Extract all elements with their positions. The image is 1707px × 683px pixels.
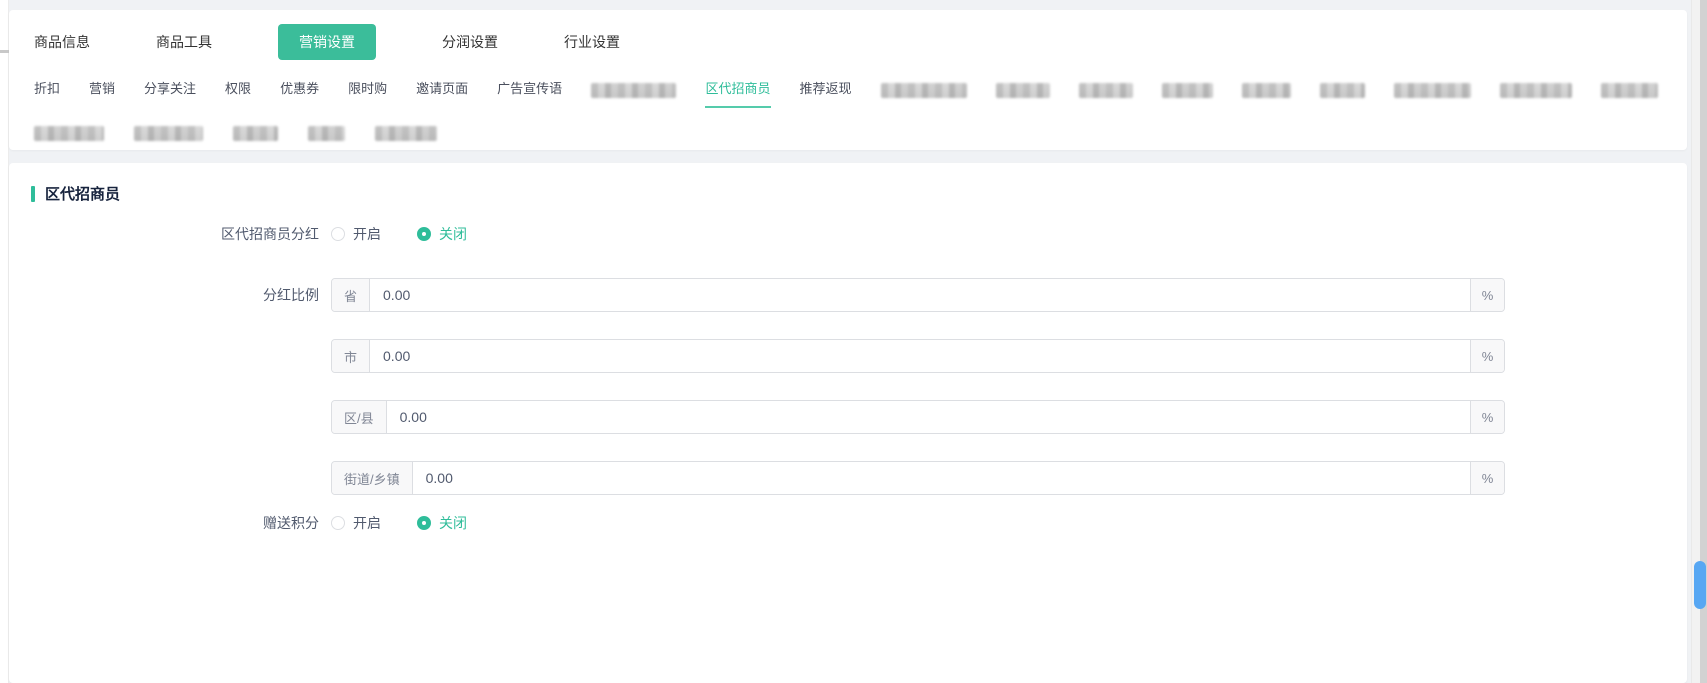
region-prefix-label: 区/县 <box>332 401 387 433</box>
ratio-value-input[interactable] <box>413 462 1470 494</box>
sub-tab[interactable]: 营销 <box>89 72 115 108</box>
radio-option[interactable]: 关闭 <box>417 513 467 533</box>
primary-tab-bar: 商品信息 商品工具 营销设置 分润设置 行业设置 <box>34 24 1687 60</box>
section-title: 区代招商员 <box>31 183 1687 204</box>
radio-circle-icon[interactable] <box>331 227 345 241</box>
radio-option-label: 关闭 <box>439 224 467 244</box>
settings-panel: 区代招商员 区代招商员分红 开启 关闭 分红比例 省 % 市 <box>9 163 1687 683</box>
ratio-input-list: 省 % 市 % 区/县 % 街道/乡镇 % <box>331 278 1505 495</box>
ratio-input-group: 市 % <box>331 339 1505 373</box>
section-accent-bar <box>31 186 35 202</box>
sub-tab[interactable] <box>881 83 967 98</box>
sub-tab[interactable]: 权限 <box>225 72 251 108</box>
ratio-input-group: 街道/乡镇 % <box>331 461 1505 495</box>
sub-tab[interactable] <box>1500 83 1573 98</box>
primary-tab[interactable]: 分润设置 <box>442 24 498 60</box>
ratio-value-input[interactable] <box>387 401 1470 433</box>
sub-tab[interactable]: 区代招商员 <box>705 72 770 108</box>
percent-suffix-label: % <box>1470 340 1504 372</box>
sub-tab[interactable] <box>1079 83 1133 98</box>
sub-tab[interactable] <box>1601 83 1658 98</box>
sub-tab[interactable] <box>1320 83 1365 98</box>
sub-tab[interactable] <box>1162 83 1213 98</box>
radio-option-label: 开启 <box>353 513 381 533</box>
sub-tab-redacted[interactable] <box>308 126 345 141</box>
sub-tab[interactable]: 限时购 <box>348 72 387 108</box>
sub-tab[interactable] <box>996 83 1050 98</box>
radio-circle-icon[interactable] <box>417 227 431 241</box>
sub-tab-redacted[interactable] <box>34 126 104 141</box>
ratio-input-group: 区/县 % <box>331 400 1505 434</box>
sub-tab[interactable] <box>1242 83 1291 98</box>
points-radio-group: 开启 关闭 <box>331 513 503 533</box>
region-prefix-label: 街道/乡镇 <box>332 462 413 494</box>
ratio-row: 分红比例 省 % 市 % 区/县 % 街道/乡镇 % <box>9 278 1687 495</box>
sub-tab[interactable] <box>591 83 676 98</box>
sidebar-divider <box>0 50 9 53</box>
percent-suffix-label: % <box>1470 401 1504 433</box>
radio-option[interactable]: 开启 <box>331 513 381 533</box>
dividend-radio-row: 区代招商员分红 开启 关闭 <box>9 224 1687 244</box>
sub-tab-bar: 折扣营销分享关注权限优惠券限时购邀请页面广告宣传语 区代招商员推荐返现 <box>34 72 1687 108</box>
points-label: 赠送积分 <box>9 513 331 533</box>
ratio-value-input[interactable] <box>370 340 1470 372</box>
sub-tab-bar-row2 <box>34 126 1687 141</box>
radio-circle-icon[interactable] <box>417 516 431 530</box>
radio-option-label: 开启 <box>353 224 381 244</box>
tabs-panel: 商品信息 商品工具 营销设置 分润设置 行业设置 折扣营销分享关注权限优惠券限时购邀请页… <box>9 10 1687 150</box>
sub-tab[interactable] <box>1394 83 1471 98</box>
radio-option[interactable]: 关闭 <box>417 224 467 244</box>
radio-option[interactable]: 开启 <box>331 224 381 244</box>
sub-tab[interactable]: 分享关注 <box>144 72 196 108</box>
sub-tab[interactable]: 推荐返现 <box>800 72 852 108</box>
radio-circle-icon[interactable] <box>331 516 345 530</box>
primary-tab[interactable]: 商品信息 <box>34 24 90 60</box>
primary-tab[interactable]: 行业设置 <box>564 24 620 60</box>
vertical-scrollbar[interactable] <box>1691 0 1707 683</box>
sub-tab-redacted[interactable] <box>233 126 278 141</box>
percent-suffix-label: % <box>1470 279 1504 311</box>
region-prefix-label: 省 <box>332 279 370 311</box>
ratio-input-group: 省 % <box>331 278 1505 312</box>
dividend-label: 区代招商员分红 <box>9 224 331 244</box>
radio-option-label: 关闭 <box>439 513 467 533</box>
radio-dot-icon <box>422 521 426 525</box>
ratio-label: 分红比例 <box>9 278 331 312</box>
radio-dot-icon <box>422 232 426 236</box>
sub-tab-redacted[interactable] <box>134 126 203 141</box>
percent-suffix-label: % <box>1470 462 1504 494</box>
sub-tab-redacted[interactable] <box>375 126 437 141</box>
primary-tab[interactable]: 营销设置 <box>278 24 376 60</box>
section-title-text: 区代招商员 <box>45 183 120 204</box>
sub-tab[interactable]: 广告宣传语 <box>497 72 562 108</box>
ratio-value-input[interactable] <box>370 279 1470 311</box>
primary-tab[interactable]: 商品工具 <box>156 24 212 60</box>
sub-tab[interactable]: 邀请页面 <box>416 72 468 108</box>
collapsed-sidebar-strip <box>0 0 9 683</box>
region-prefix-label: 市 <box>332 340 370 372</box>
sub-tab[interactable]: 优惠券 <box>280 72 319 108</box>
points-radio-row: 赠送积分 开启 关闭 <box>9 513 1687 533</box>
scrollbar-thumb[interactable] <box>1694 561 1706 609</box>
dividend-radio-group: 开启 关闭 <box>331 224 503 244</box>
sub-tab[interactable]: 折扣 <box>34 72 60 108</box>
